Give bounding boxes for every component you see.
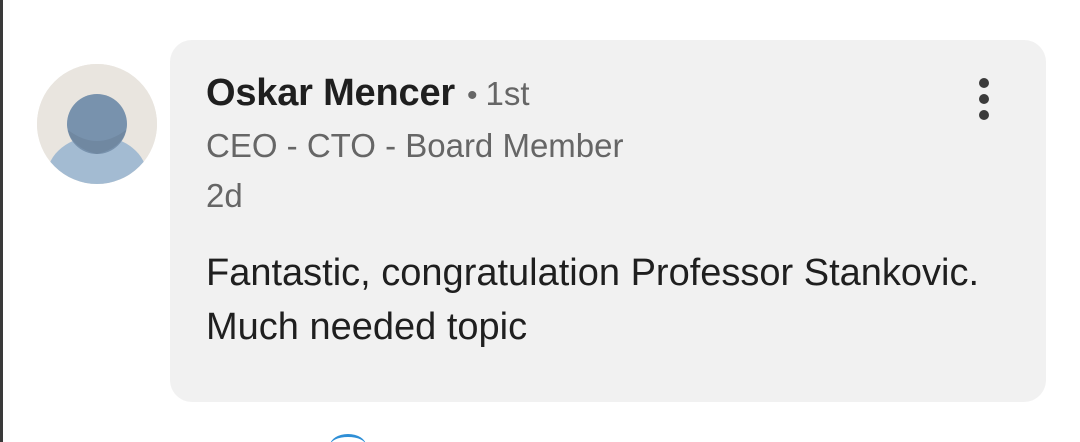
more-vertical-icon [979, 78, 989, 88]
author-line: Oskar Mencer • 1st [206, 72, 530, 115]
connection-degree: 1st [485, 75, 530, 112]
more-vertical-icon-dot-3 [979, 110, 989, 120]
comment-text: Fantastic, congratulation Professor Stan… [206, 252, 980, 348]
comment-bubble: Oskar Mencer • 1st CEO - CTO - Board Mem… [170, 40, 1046, 402]
comment-timestamp: 2d [206, 177, 243, 214]
degree-separator: • [466, 79, 478, 112]
partial-icon [330, 434, 366, 442]
author-name[interactable]: Oskar Mencer [206, 72, 455, 115]
avatar[interactable] [37, 64, 157, 184]
author-headline: CEO - CTO - Board Member [206, 127, 624, 164]
more-vertical-icon-dot-2 [979, 94, 989, 104]
default-person-icon [37, 64, 157, 184]
more-options-button[interactable] [962, 74, 1006, 124]
comment-screen: Oskar Mencer • 1st CEO - CTO - Board Mem… [0, 0, 1080, 442]
screen-edge-divider [0, 0, 3, 442]
